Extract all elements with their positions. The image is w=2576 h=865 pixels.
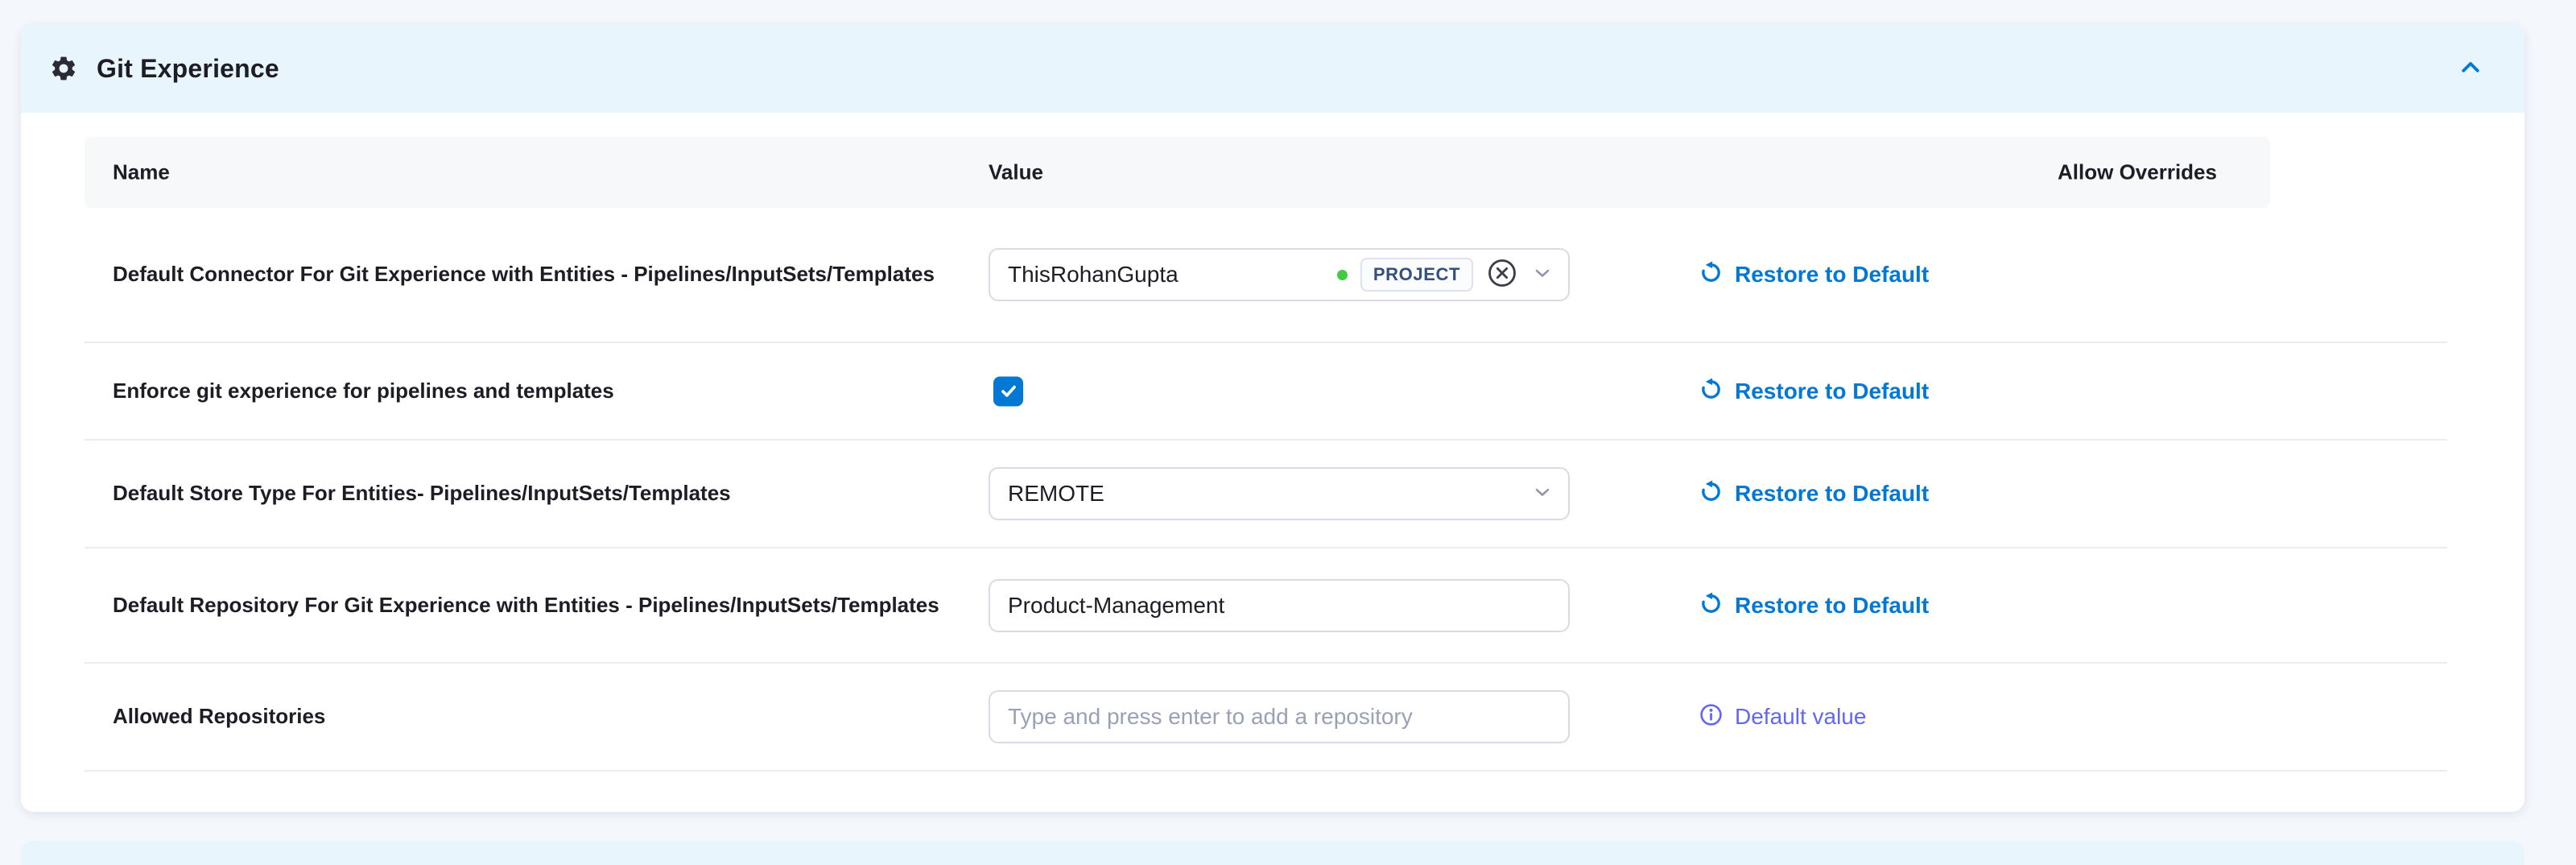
column-header-name: Name: [113, 160, 170, 185]
default-connector-select[interactable]: ThisRohanGupta PROJECT: [989, 248, 1570, 301]
restore-icon: [1699, 479, 1724, 508]
setting-row-enforce-git-experience: Enforce git experience for pipelines and…: [85, 343, 2447, 441]
restore-icon: [1699, 260, 1724, 289]
setting-name-label: Default Repository For Git Experience wi…: [113, 592, 939, 619]
store-type-text: REMOTE: [1008, 481, 1104, 507]
gear-icon: [48, 53, 79, 84]
settings-table: Name Value Allow Overrides Default Conne…: [85, 137, 2447, 772]
setting-name-label: Default Connector For Git Experience wit…: [113, 261, 935, 288]
chevron-up-icon: [2457, 56, 2484, 82]
info-icon: [1699, 702, 1724, 731]
next-section-header-partial[interactable]: [21, 841, 2524, 865]
collapse-section-button[interactable]: [2452, 51, 2489, 87]
restore-to-default-label: Restore to Default: [1735, 593, 1929, 619]
setting-row-default-repository: Default Repository For Git Experience wi…: [85, 548, 2447, 664]
section-title: Git Experience: [97, 54, 279, 84]
default-repository-input[interactable]: [989, 579, 1570, 632]
setting-row-allowed-repositories: Allowed Repositories Default value: [85, 664, 2447, 772]
setting-row-default-store-type: Default Store Type For Entities- Pipelin…: [85, 441, 2447, 548]
restore-to-default-link[interactable]: Restore to Default: [1699, 479, 1929, 508]
default-value-label: Default value: [1735, 704, 1866, 730]
restore-icon: [1699, 377, 1724, 406]
connector-name-text: ThisRohanGupta: [1008, 262, 1179, 288]
chevron-down-icon: [1531, 481, 1554, 507]
restore-to-default-link[interactable]: Restore to Default: [1699, 377, 1929, 406]
clear-icon[interactable]: [1486, 257, 1518, 293]
default-store-type-select[interactable]: REMOTE: [989, 467, 1570, 520]
restore-icon: [1699, 591, 1724, 620]
restore-to-default-label: Restore to Default: [1735, 262, 1929, 288]
git-experience-section-header[interactable]: Git Experience: [21, 24, 2524, 113]
setting-value-cell: [989, 579, 1570, 632]
allowed-repositories-input[interactable]: [989, 690, 1570, 743]
settings-table-header: Name Value Allow Overrides: [85, 137, 2447, 208]
setting-value-cell: ThisRohanGupta PROJECT: [989, 248, 1570, 301]
setting-row-default-connector: Default Connector For Git Experience wit…: [85, 208, 2447, 343]
column-header-value: Value: [989, 160, 1043, 185]
scope-badge: PROJECT: [1360, 258, 1473, 292]
chevron-down-icon: [1531, 262, 1554, 288]
restore-to-default-link[interactable]: Restore to Default: [1699, 260, 1929, 289]
table-header-band: [85, 137, 2270, 208]
default-value-indicator[interactable]: Default value: [1699, 702, 1866, 731]
setting-name-label: Enforce git experience for pipelines and…: [113, 378, 614, 405]
setting-value-cell: REMOTE: [989, 467, 1570, 520]
setting-value-cell: [989, 376, 1023, 406]
git-experience-settings-card: Git Experience Name Value Allow Override…: [21, 24, 2524, 812]
connector-status-dot: [1337, 270, 1348, 280]
restore-to-default-label: Restore to Default: [1735, 379, 1929, 404]
setting-name-label: Allowed Repositories: [113, 703, 325, 730]
setting-value-cell: [989, 690, 1570, 743]
enforce-git-experience-checkbox[interactable]: [993, 376, 1023, 406]
restore-to-default-link[interactable]: Restore to Default: [1699, 591, 1929, 620]
column-header-allow-overrides: Allow Overrides: [1976, 160, 2298, 185]
setting-name-label: Default Store Type For Entities- Pipelin…: [113, 480, 731, 507]
restore-to-default-label: Restore to Default: [1735, 481, 1929, 507]
